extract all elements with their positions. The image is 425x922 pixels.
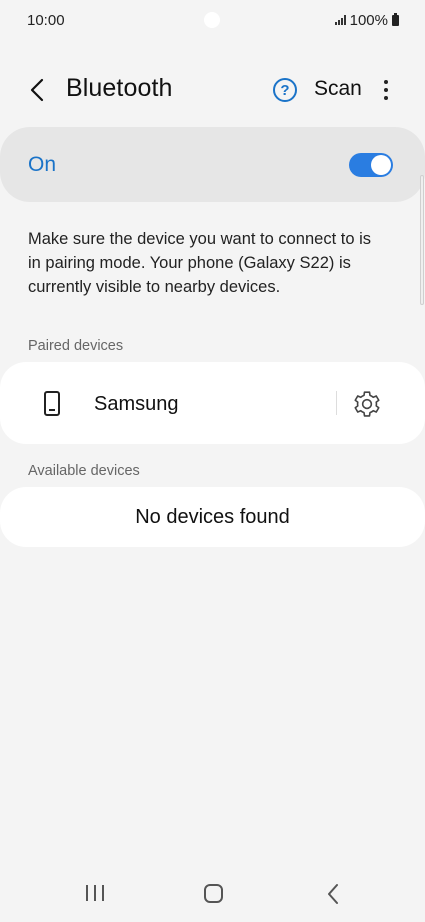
app-bar: Bluetooth ? Scan [0,60,425,120]
front-camera-cutout [204,12,220,28]
device-name: Samsung [94,393,179,415]
bluetooth-master-switch-row[interactable]: On [0,127,425,202]
paired-devices-card: Samsung [0,362,425,444]
scroll-indicator[interactable] [420,175,424,305]
bluetooth-toggle-switch[interactable] [349,152,393,177]
row-divider [336,391,337,415]
pairing-description: Make sure the device you want to connect… [28,230,372,296]
recent-apps-icon[interactable] [86,885,104,901]
back-icon[interactable] [24,76,50,104]
back-nav-icon[interactable] [326,883,340,905]
switch-knob [371,154,391,175]
page-title: Bluetooth [66,74,173,102]
battery-percentage: 100% [349,11,388,29]
available-devices-card: No devices found [0,487,425,547]
battery-icon [392,12,399,26]
smartphone-icon [44,391,60,416]
status-indicators: 100% [334,11,399,29]
more-options-icon[interactable] [378,77,394,103]
help-icon[interactable]: ? [273,78,297,102]
status-time: 10:00 [27,11,65,29]
available-devices-heading: Available devices [28,463,140,479]
master-switch-label: On [28,152,57,176]
system-navigation-bar [0,862,425,922]
home-icon[interactable] [204,884,223,903]
signal-icon [334,15,346,25]
scan-button[interactable]: Scan [314,77,362,101]
help-glyph: ? [280,81,290,99]
paired-device-samsung[interactable]: Samsung [0,362,336,444]
settings-gear-icon[interactable] [352,389,382,419]
paired-devices-heading: Paired devices [28,338,124,354]
no-devices-message: No devices found [135,505,290,528]
